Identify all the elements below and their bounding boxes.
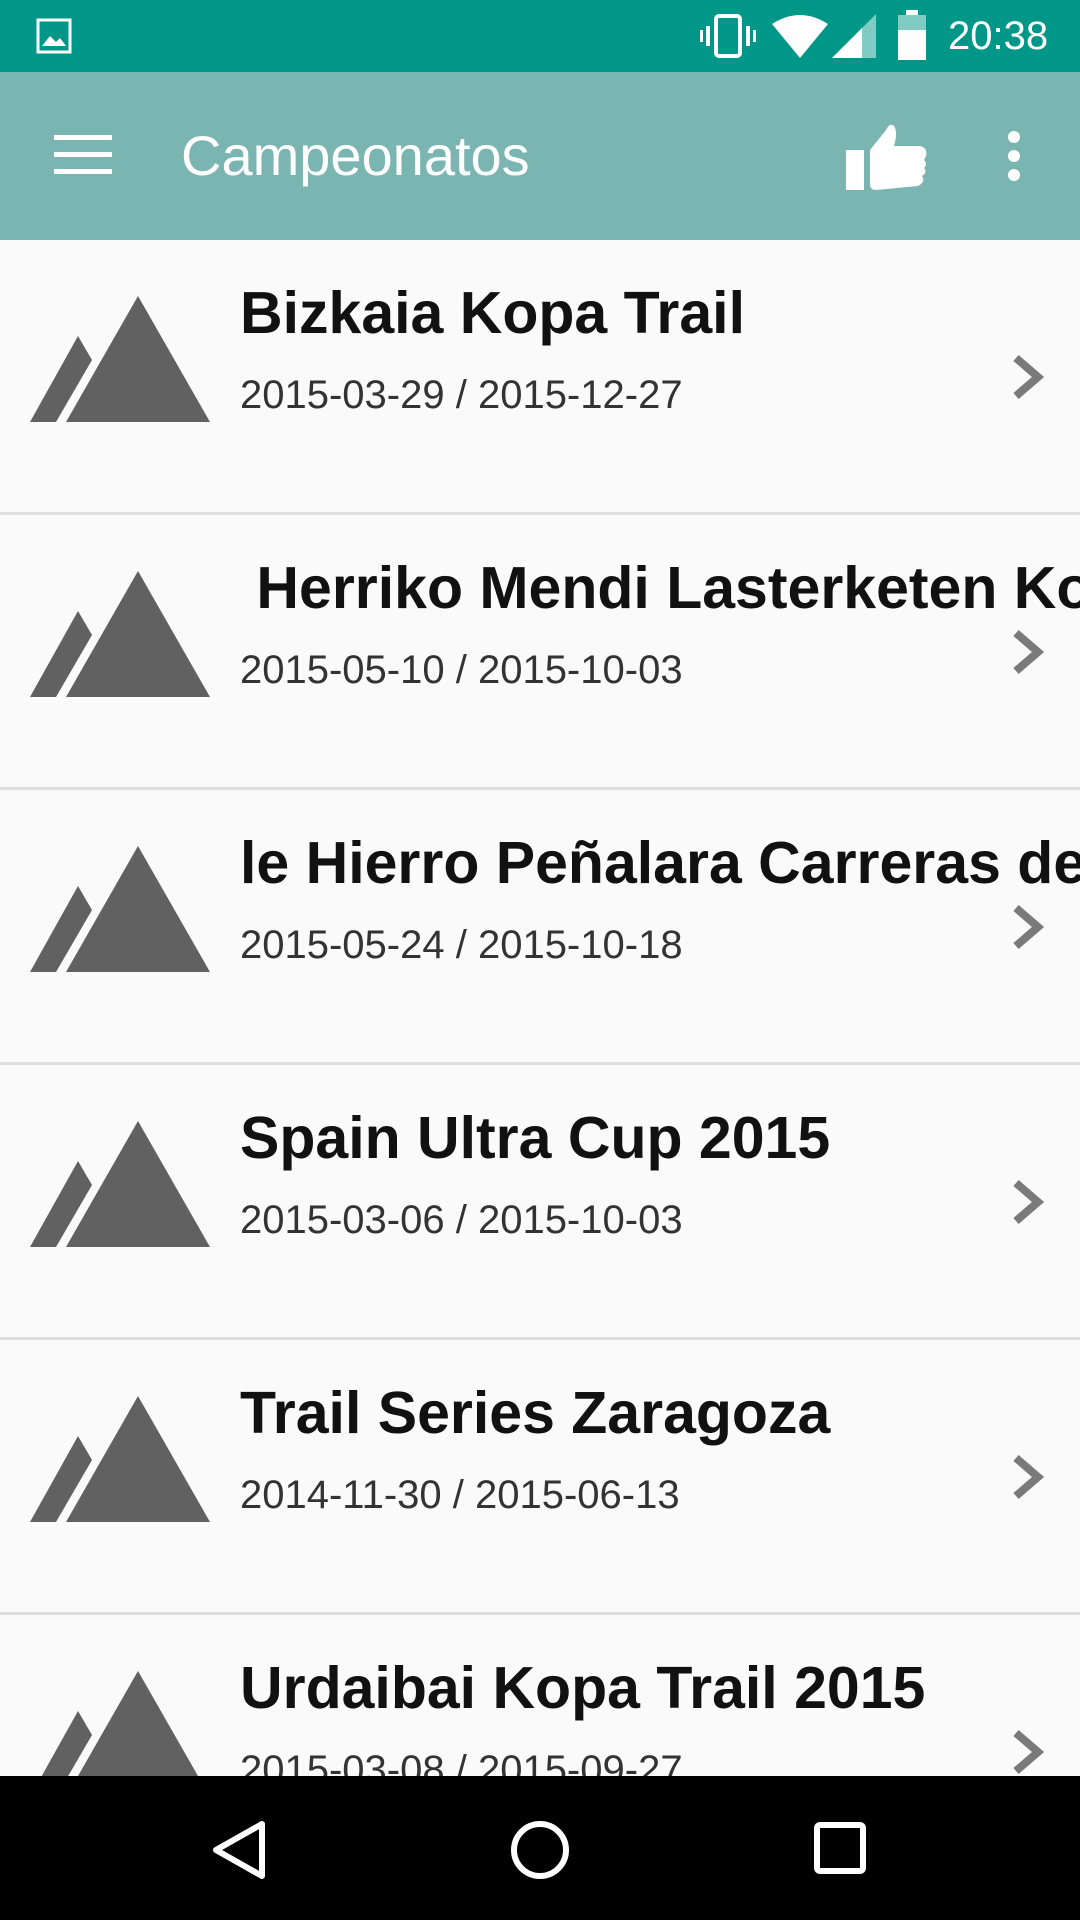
chevron-right-icon xyxy=(1013,629,1045,675)
navigation-bar xyxy=(0,1776,1080,1920)
page-title: Campeonatos xyxy=(181,124,530,187)
championship-dates: 2015-05-24 / 2015-10-18 xyxy=(240,923,683,967)
chevron-right-icon xyxy=(1013,1454,1045,1500)
chevron-right-icon xyxy=(1013,1729,1045,1775)
championship-dates: 2015-03-06 / 2015-10-03 xyxy=(240,1198,683,1242)
chevron-right-icon xyxy=(1013,354,1045,400)
mountain-icon xyxy=(30,571,210,697)
championship-dates: 2015-03-29 / 2015-12-27 xyxy=(240,373,683,417)
championship-name: Herriko Mendi Lasterketen Kop xyxy=(240,555,1080,621)
championship-dates: 2015-03-08 / 2015-09-27 xyxy=(240,1748,683,1776)
app-bar: Campeonatos xyxy=(0,72,1080,240)
gallery-icon xyxy=(36,18,72,54)
championship-name: le Hierro Peñalara Carreras de M xyxy=(240,830,1080,896)
signal-icon xyxy=(832,14,876,58)
championship-name: Trail Series Zaragoza xyxy=(240,1380,831,1446)
championship-name: Urdaibai Kopa Trail 2015 xyxy=(240,1655,926,1721)
chevron-right-icon xyxy=(1013,904,1045,950)
menu-icon[interactable] xyxy=(54,132,112,178)
championship-dates: 2014-11-30 / 2015-06-13 xyxy=(240,1473,680,1517)
list-item[interactable]: Herriko Mendi Lasterketen Kop 2015-05-10… xyxy=(0,515,1080,790)
status-time: 20:38 xyxy=(948,14,1049,58)
recents-icon[interactable] xyxy=(814,1822,866,1874)
mountain-icon xyxy=(30,846,210,972)
wifi-icon xyxy=(772,15,828,58)
vibrate-icon xyxy=(700,14,756,58)
status-bar: 20:38 xyxy=(0,0,1080,72)
battery-icon xyxy=(898,10,926,60)
like-icon[interactable] xyxy=(846,122,928,190)
list-item[interactable]: Trail Series Zaragoza 2014-11-30 / 2015-… xyxy=(0,1340,1080,1615)
mountain-icon xyxy=(30,1396,210,1522)
mountain-icon xyxy=(30,1121,210,1247)
list-item[interactable]: Bizkaia Kopa Trail 2015-03-29 / 2015-12-… xyxy=(0,240,1080,515)
home-icon[interactable] xyxy=(510,1820,570,1880)
chevron-right-icon xyxy=(1013,1179,1045,1225)
championship-dates: 2015-05-10 / 2015-10-03 xyxy=(240,648,683,692)
championship-name: Bizkaia Kopa Trail xyxy=(240,280,745,346)
mountain-icon xyxy=(41,1671,198,1776)
championship-list: Bizkaia Kopa Trail 2015-03-29 / 2015-12-… xyxy=(0,240,1080,1776)
list-item[interactable]: Spain Ultra Cup 2015 2015-03-06 / 2015-1… xyxy=(0,1065,1080,1340)
back-icon[interactable] xyxy=(212,1820,268,1880)
championship-name: Spain Ultra Cup 2015 xyxy=(240,1105,831,1171)
list-item[interactable]: Urdaibai Kopa Trail 2015 2015-03-08 / 20… xyxy=(0,1615,1080,1776)
more-vert-icon[interactable] xyxy=(996,130,1032,182)
list-item[interactable]: le Hierro Peñalara Carreras de M 2015-05… xyxy=(0,790,1080,1065)
mountain-icon xyxy=(30,296,210,422)
